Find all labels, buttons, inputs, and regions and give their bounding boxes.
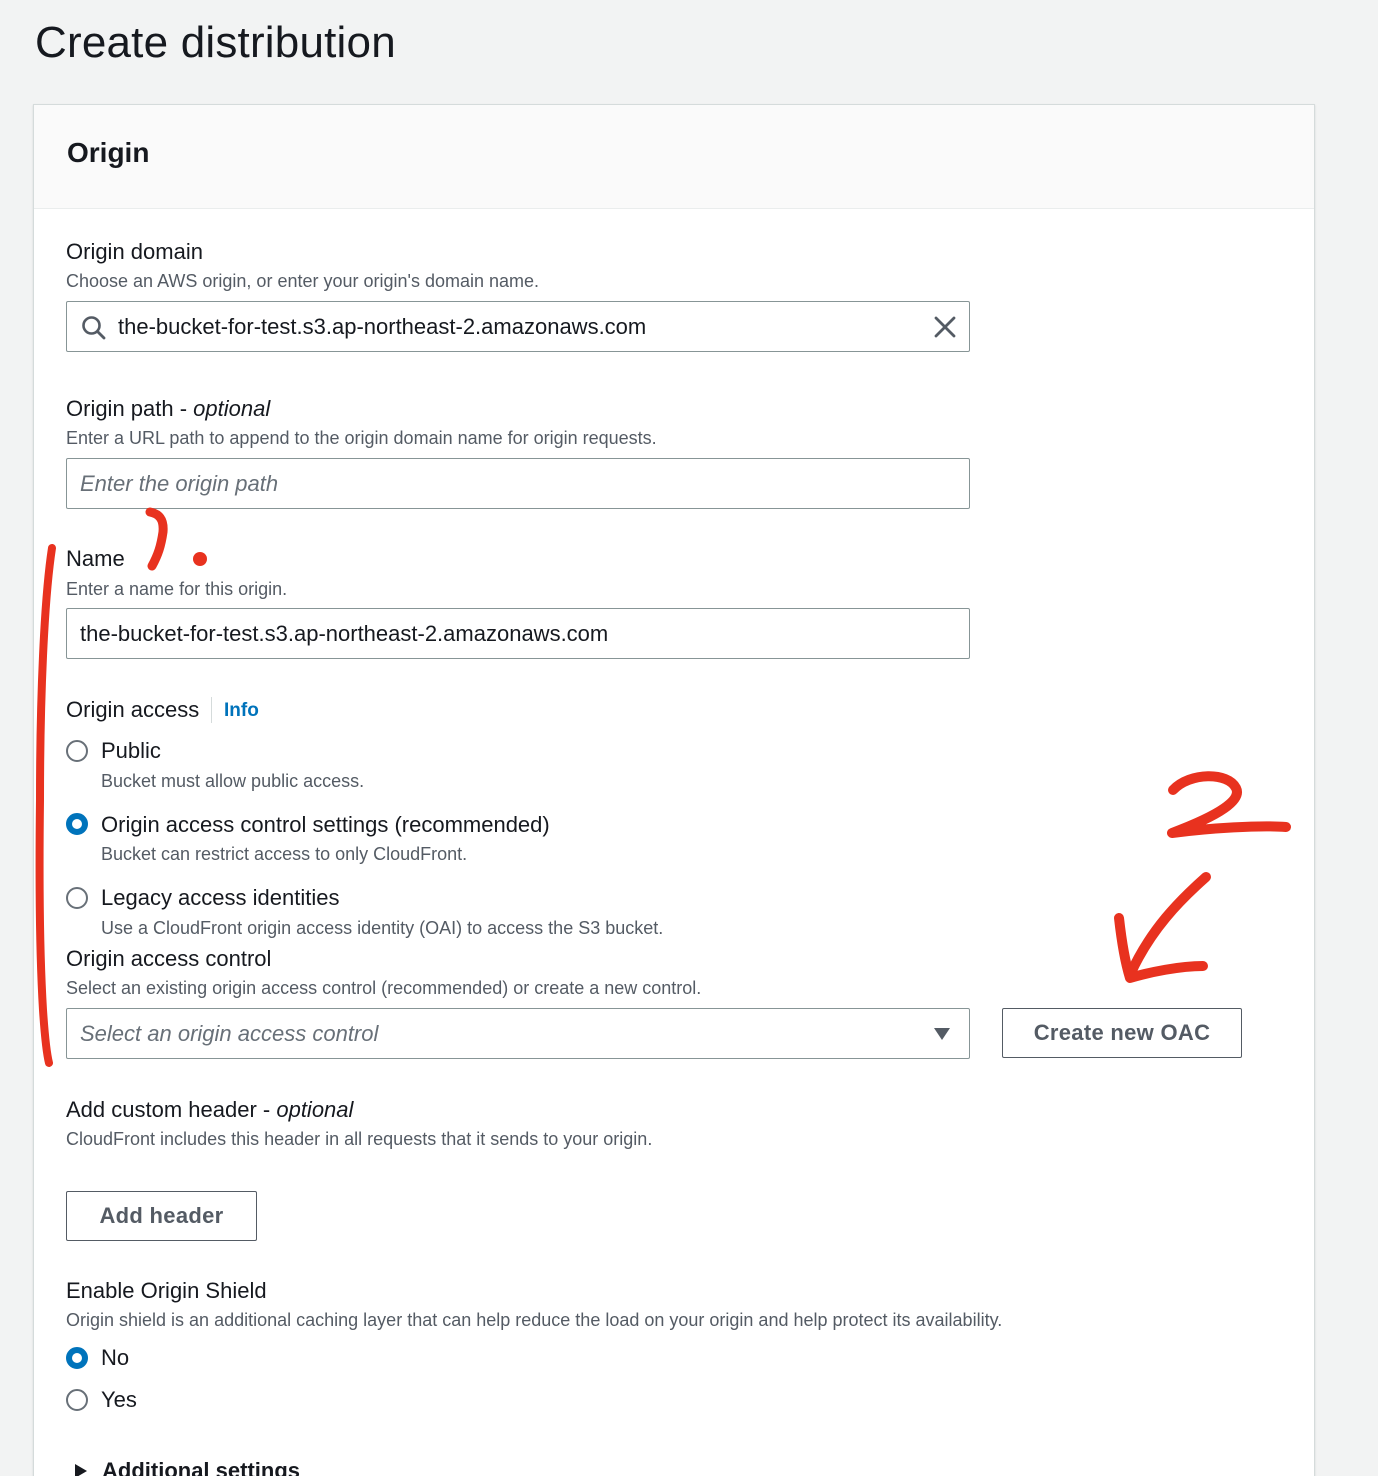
custom-header-optional: optional (276, 1097, 354, 1122)
radio-oac-description: Bucket can restrict access to only Cloud… (101, 844, 468, 864)
radio-legacy-label[interactable]: Legacy access identities (101, 885, 339, 911)
origin-domain-description: Choose an AWS origin, or enter your orig… (66, 271, 540, 291)
name-input[interactable]: the-bucket-for-test.s3.ap-northeast-2.am… (66, 608, 970, 659)
oac-select-placeholder: Select an origin access control (80, 1021, 379, 1046)
origin-panel: Origin Origin domain Choose an AWS origi… (33, 104, 1315, 1476)
page-title: Create distribution (35, 18, 396, 67)
oac-select[interactable]: Select an origin access control (66, 1008, 970, 1059)
origin-path-optional: optional (193, 396, 271, 421)
oac-label: Origin access control (66, 946, 272, 971)
oac-description: Select an existing origin access control… (66, 978, 702, 998)
origin-shield-description: Origin shield is an additional caching l… (66, 1310, 1003, 1330)
radio-no-label[interactable]: No (101, 1345, 129, 1371)
origin-path-label: Origin path - optional (66, 396, 270, 422)
additional-settings-toggle[interactable]: Additional settings (102, 1458, 300, 1476)
create-new-oac-button[interactable]: Create new OAC (1002, 1008, 1242, 1058)
origin-domain-input[interactable]: the-bucket-for-test.s3.ap-northeast-2.am… (66, 301, 970, 352)
panel-header: Origin (34, 105, 1314, 209)
origin-path-description: Enter a URL path to append to the origin… (66, 428, 657, 448)
origin-path-input[interactable]: Enter the origin path (66, 458, 970, 509)
radio-public-label[interactable]: Public (101, 738, 161, 764)
clear-icon[interactable] (933, 315, 957, 339)
radio-origin-shield-no[interactable] (66, 1347, 88, 1369)
origin-path-label-text: Origin path - (66, 396, 194, 421)
name-value: the-bucket-for-test.s3.ap-northeast-2.am… (80, 621, 609, 646)
search-icon (81, 315, 107, 341)
custom-header-description: CloudFront includes this header in all r… (66, 1129, 653, 1149)
radio-origin-access-control[interactable] (66, 813, 88, 835)
info-divider (211, 697, 212, 723)
add-header-button[interactable]: Add header (66, 1191, 257, 1241)
radio-yes-label[interactable]: Yes (101, 1387, 137, 1413)
radio-origin-shield-yes[interactable] (66, 1389, 88, 1411)
expand-caret-icon[interactable] (74, 1463, 88, 1476)
radio-public-description: Bucket must allow public access. (101, 771, 365, 791)
panel-title: Origin (67, 137, 150, 168)
radio-oac-label[interactable]: Origin access control settings (recommen… (101, 812, 550, 838)
origin-access-label: Origin access (66, 697, 200, 722)
custom-header-label-text: Add custom header - (66, 1097, 277, 1122)
origin-domain-label: Origin domain (66, 239, 203, 264)
radio-legacy-description: Use a CloudFront origin access identity … (101, 918, 664, 938)
name-label: Name (66, 546, 125, 571)
name-description: Enter a name for this origin. (66, 579, 288, 599)
info-link[interactable]: Info (224, 700, 259, 722)
origin-path-placeholder: Enter the origin path (80, 471, 279, 496)
origin-domain-value: the-bucket-for-test.s3.ap-northeast-2.am… (118, 314, 647, 339)
caret-down-icon (933, 1027, 951, 1041)
custom-header-label: Add custom header - optional (66, 1097, 353, 1123)
radio-legacy-oai[interactable] (66, 887, 88, 909)
radio-public[interactable] (66, 740, 88, 762)
origin-shield-label: Enable Origin Shield (66, 1278, 267, 1303)
